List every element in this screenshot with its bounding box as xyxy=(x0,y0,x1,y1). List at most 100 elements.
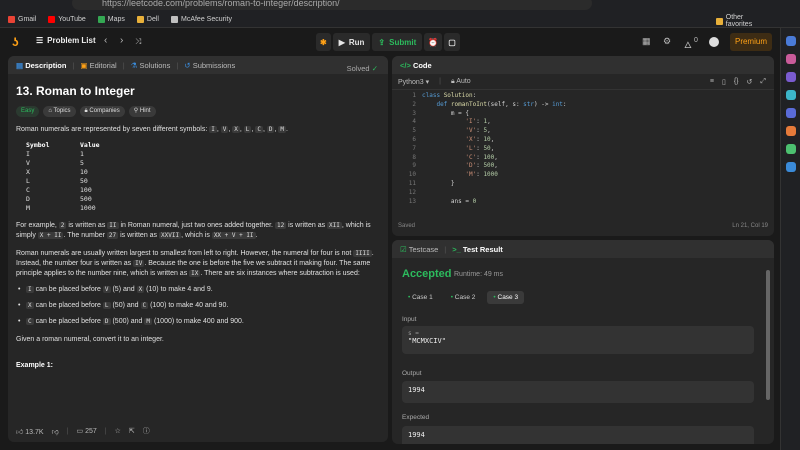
case-tab-3[interactable]: • Case 3 xyxy=(487,291,525,304)
table-row: C 100 xyxy=(26,186,92,194)
search-icon[interactable] xyxy=(785,36,796,46)
premium-button[interactable]: Premium xyxy=(730,33,772,51)
code-line: } xyxy=(422,180,455,187)
code-line: 'D': 500, xyxy=(465,162,498,170)
submit-button[interactable]: ⇪ Submit xyxy=(372,33,423,51)
fire-icon[interactable]: 🜂 xyxy=(684,36,692,54)
chevron-left-icon[interactable]: ‹ xyxy=(104,35,107,46)
run-button[interactable]: ▶ Run xyxy=(332,33,371,51)
output-label: Output xyxy=(402,370,422,377)
bookmarks-bar: Gmail YouTube Maps Dell McAfee Security xyxy=(0,11,800,28)
tools-icon[interactable] xyxy=(785,90,796,100)
code-editor[interactable]: 1 class Solution: 2 def romanToInt(self, s… xyxy=(392,92,774,220)
braces-icon[interactable]: {} xyxy=(734,78,739,86)
editor-status: Saved Ln 21, Col 19 xyxy=(398,223,768,229)
leetcode-logo-icon[interactable]: ʖ xyxy=(12,35,25,49)
table-row: I1 xyxy=(26,150,84,158)
leetcode-navbar: ʖ ☰ Problem List ‹ › ⤨ ✱ ▶ Run ⇪ Submit ⏰ … xyxy=(0,28,780,56)
code-line: ans = 0 xyxy=(422,197,477,205)
tab-testcase[interactable]: ☑ Testcase xyxy=(400,245,438,254)
chevron-right-icon[interactable]: › xyxy=(120,35,123,46)
other-favorites[interactable]: Other favorites xyxy=(716,14,770,28)
avatar[interactable] xyxy=(709,37,719,47)
collections-icon[interactable] xyxy=(785,72,796,82)
table-row: M 1000 xyxy=(26,204,96,212)
favorites-icon[interactable] xyxy=(785,54,796,64)
line-number: 5 xyxy=(412,127,416,135)
drop-icon[interactable] xyxy=(785,144,796,154)
case-tab-1[interactable]: • Case 1 xyxy=(402,291,439,304)
symbol-code: C xyxy=(255,126,263,133)
bookmark-0[interactable]: Gmail xyxy=(8,15,36,23)
bookmark-2[interactable]: Maps xyxy=(97,15,125,23)
bookmark-icon[interactable]: ▯ xyxy=(722,78,726,86)
symbol-code: I xyxy=(209,126,217,133)
symbol-code: X xyxy=(232,126,240,133)
fullscreen-icon[interactable]: ⤢ xyxy=(760,78,766,86)
companies-tag[interactable]: 🔒︎ Companies xyxy=(79,106,125,117)
tab-submissions[interactable]: ↺ Submissions xyxy=(184,61,235,70)
games-icon[interactable] xyxy=(785,126,796,136)
tab-code[interactable]: </> Code xyxy=(400,61,432,70)
hint-tag[interactable]: ⚲ Hint xyxy=(128,106,156,117)
book-icon: ▣ xyxy=(80,60,88,70)
table-row: L 50 xyxy=(26,177,88,185)
auto-toggle[interactable]: 🔒︎ Auto xyxy=(451,78,471,86)
language-select[interactable]: Python3 ▾ xyxy=(398,78,429,86)
problem-list-button[interactable]: ☰ Problem List xyxy=(36,36,96,45)
case-tab-2[interactable]: • Case 2 xyxy=(445,291,482,304)
bug-icon: ✱ xyxy=(320,37,327,47)
help-icon[interactable]: ⓘ xyxy=(143,426,150,436)
line-number: 10 xyxy=(408,171,416,179)
line-number: 13 xyxy=(408,197,416,205)
notes-button[interactable]: ▢ xyxy=(444,33,460,51)
code-line: 'I': 1, xyxy=(465,118,491,126)
tab-description[interactable]: ▤ Description xyxy=(16,61,66,70)
list-icon: ☰ xyxy=(36,36,44,45)
input-label: Input xyxy=(402,316,417,323)
bookmark-1[interactable]: YouTube xyxy=(48,15,86,23)
description-footer: 👍︎ 13.7K 👎︎ | ▭ 257 | ☆ ⇱ ⓘ xyxy=(16,426,150,436)
topics-tag[interactable]: ⌂ Topics xyxy=(43,106,76,117)
code-line: 'X': 10, xyxy=(465,136,495,143)
line-number: 7 xyxy=(412,144,416,152)
editor-toolbar: Python3 ▾ | 🔒︎ Auto ≡ ▯ {} ↺ ⤢ xyxy=(392,74,774,90)
code-icon: </> xyxy=(400,60,411,70)
shuffle-icon[interactable]: ⤨ xyxy=(135,37,141,47)
layout-icon[interactable]: ▦ xyxy=(642,36,651,47)
outlook-icon[interactable] xyxy=(785,162,796,172)
like-button[interactable]: 👍︎ 13.7K xyxy=(16,427,44,436)
line-number: 2 xyxy=(412,100,416,108)
office-icon[interactable] xyxy=(785,108,796,118)
table-row: D 500 xyxy=(26,195,92,203)
bookmark-icon xyxy=(170,15,178,23)
line-number: 1 xyxy=(412,92,416,99)
code-line: 'M': 1000 xyxy=(465,171,498,179)
result-scrollbar[interactable] xyxy=(766,270,770,400)
upload-icon: ⇪ xyxy=(378,37,386,47)
expected-label: Expected xyxy=(402,414,430,421)
share-icon[interactable]: ⇱ xyxy=(129,427,135,435)
document-icon: ▤ xyxy=(16,60,24,70)
star-icon[interactable]: ☆ xyxy=(115,427,121,435)
address-bar[interactable]: https://leetcode.com/problems/roman-to-i… xyxy=(72,0,592,10)
comments-button[interactable]: ▭ 257 xyxy=(77,427,97,435)
settings-icon[interactable]: ⚙ xyxy=(663,36,671,47)
timer-button[interactable]: ⏰ xyxy=(424,33,443,51)
tab-editorial[interactable]: ▣ Editorial xyxy=(80,61,116,70)
bookmark-4[interactable]: McAfee Security xyxy=(170,15,232,23)
dislike-icon[interactable]: 👎︎ xyxy=(52,427,59,436)
reset-icon[interactable]: ↺ xyxy=(747,78,753,86)
line-number: 9 xyxy=(412,162,416,170)
case-tabs: • Case 1 • Case 2 • Case 3 xyxy=(402,291,525,304)
bookmark-3[interactable]: Dell xyxy=(136,15,159,23)
history-icon: ↺ xyxy=(184,60,191,70)
code-line: def romanToInt(self, s: str) -> int: xyxy=(436,100,567,108)
browser-titlebar: https://leetcode.com/problems/roman-to-i… xyxy=(0,0,800,11)
format-icon[interactable]: ≡ xyxy=(710,78,714,86)
checkbox-icon: ☑ xyxy=(400,244,407,254)
tab-test-result[interactable]: >_ Test Result xyxy=(452,245,503,254)
debug-button[interactable]: ✱ xyxy=(316,33,331,51)
tab-solutions[interactable]: ⚗ Solutions xyxy=(131,61,171,70)
thumbs-up-icon: 👍︎ xyxy=(16,428,24,436)
